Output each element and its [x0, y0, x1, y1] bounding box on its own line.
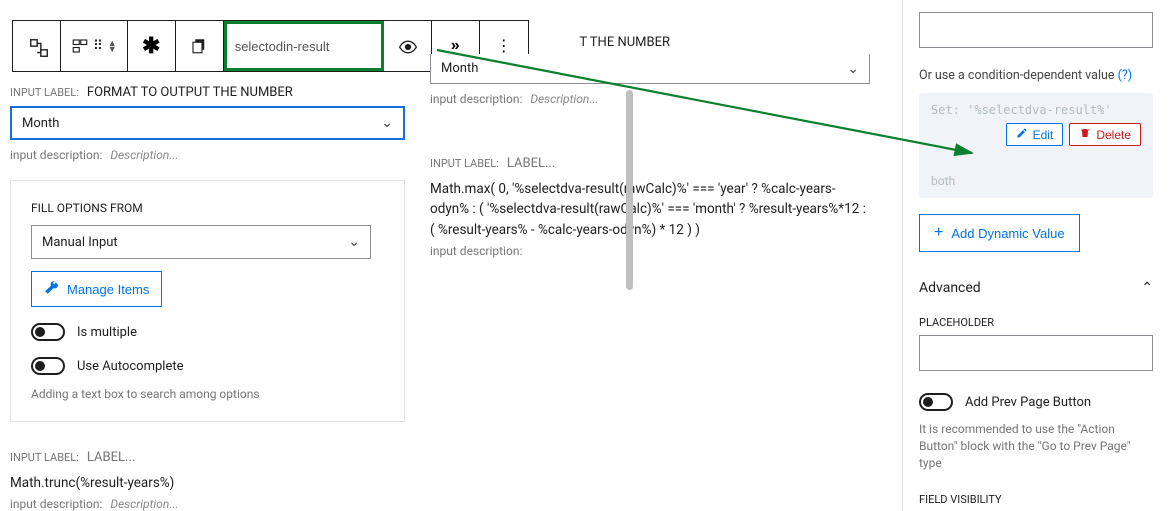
- eye-icon: [398, 37, 416, 55]
- advanced-label: Advanced: [919, 280, 981, 296]
- add-prev-page-help: It is recommended to use the "Action But…: [919, 421, 1153, 471]
- condition-edit-label: Edit: [1033, 128, 1054, 142]
- default-value-input[interactable]: [919, 12, 1153, 48]
- wrench-icon: [44, 280, 59, 298]
- condition-item: Set: '%selectdva-result%' Edit Delete bo…: [919, 93, 1153, 198]
- input-description-caption: input description:: [10, 148, 102, 162]
- condition-help-link[interactable]: (?): [1118, 68, 1133, 83]
- block2-desc-caption: input description:: [10, 497, 102, 511]
- toolbar-preview-button[interactable]: [384, 21, 432, 71]
- fill-options-panel: FILL OPTIONS FROM Manual Input ⌄ Manage …: [10, 180, 405, 422]
- plus-icon: +: [934, 224, 943, 242]
- field-visibility-label: FIELD VISIBILITY: [919, 493, 1153, 506]
- condition-both-text: both: [931, 174, 1141, 188]
- advanced-accordion[interactable]: Advanced ⌃: [919, 280, 1153, 296]
- fill-options-select[interactable]: Manual Input ⌄: [31, 225, 371, 259]
- toolbar-name-input[interactable]: [235, 39, 373, 54]
- toolbar-copy-button[interactable]: [176, 21, 224, 71]
- chevron-down-icon: ⌄: [348, 234, 360, 250]
- use-autocomplete-label: Use Autocomplete: [77, 359, 184, 374]
- block2-formula[interactable]: Math.trunc(%result-years%): [10, 473, 405, 493]
- drag-icon: ⠿: [93, 38, 104, 54]
- is-multiple-label: Is multiple: [77, 325, 137, 340]
- input-label-caption: INPUT LABEL:: [10, 86, 79, 99]
- add-prev-page-toggle[interactable]: [919, 393, 953, 411]
- manage-items-label: Manage Items: [67, 282, 149, 297]
- block2-input-label-value[interactable]: LABEL...: [87, 450, 135, 465]
- add-dynamic-label: Add Dynamic Value: [951, 226, 1064, 241]
- scrollbar-thumb[interactable]: [626, 90, 633, 290]
- input-label-value[interactable]: FORMAT TO OUTPUT THE NUMBER: [87, 85, 293, 100]
- add-prev-page-label: Add Prev Page Button: [965, 395, 1091, 410]
- placeholder-input[interactable]: [919, 335, 1153, 371]
- use-autocomplete-toggle[interactable]: [31, 357, 65, 375]
- toolbar-layout-button[interactable]: ⠿ ▲▼: [61, 21, 128, 71]
- format-select[interactable]: Month ⌄: [10, 106, 405, 140]
- col2-label-fragment: T THE NUMBER: [579, 35, 670, 50]
- settings-sidebar: Or use a condition-dependent value (?) S…: [902, 0, 1169, 511]
- block2-input-label-caption: INPUT LABEL:: [10, 451, 79, 464]
- chevron-down-icon: ⌄: [847, 61, 859, 77]
- add-dynamic-value-button[interactable]: + Add Dynamic Value: [919, 214, 1080, 252]
- chevron-updown-icon: ▲▼: [108, 40, 117, 52]
- chevron-up-icon: ⌃: [1141, 280, 1153, 296]
- format-select-value: Month: [22, 116, 59, 131]
- col2-desc-placeholder[interactable]: Description...: [530, 92, 598, 106]
- manage-items-button[interactable]: Manage Items: [31, 271, 162, 307]
- condition-edit-button[interactable]: Edit: [1006, 123, 1064, 146]
- toolbar-name-input-wrap: [224, 21, 384, 71]
- condition-text: Or use a condition-dependent value: [919, 68, 1115, 83]
- pencil-icon: [1016, 127, 1028, 142]
- fill-options-heading: FILL OPTIONS FROM: [31, 201, 384, 215]
- workflow-icon: [28, 37, 46, 55]
- col2-mid-formula[interactable]: Math.max( 0, '%selectdva-result(rawCalc)…: [430, 179, 870, 240]
- input-description-placeholder[interactable]: Description...: [110, 148, 178, 162]
- chevron-down-icon: ⌄: [381, 115, 393, 131]
- condition-delete-button[interactable]: Delete: [1069, 123, 1141, 146]
- condition-delete-label: Delete: [1096, 128, 1131, 142]
- condition-set-line: Set: '%selectdva-result%': [931, 103, 1141, 117]
- col2-mid-desc-caption: input description:: [430, 244, 522, 258]
- toolbar-required-button[interactable]: ✱: [128, 21, 176, 71]
- autocomplete-help: Adding a text box to search among option…: [31, 387, 384, 401]
- trash-icon: [1079, 127, 1091, 142]
- col2-mid-caption: INPUT LABEL:: [430, 157, 499, 170]
- col2-mid-label[interactable]: LABEL...: [507, 156, 555, 171]
- col2-format-select-value: Month: [441, 61, 478, 76]
- editor-scrollbar[interactable]: [626, 0, 634, 511]
- grid-icon: [71, 37, 89, 55]
- asterisk-icon: ✱: [142, 33, 160, 59]
- fill-options-value: Manual Input: [42, 235, 118, 250]
- block2-desc-placeholder[interactable]: Description...: [110, 497, 178, 511]
- placeholder-label: PLACEHOLDER: [919, 316, 1153, 329]
- col2-format-select[interactable]: Month ⌄: [430, 54, 870, 84]
- toolbar-block-type-button[interactable]: [13, 21, 61, 71]
- col2-desc-caption: input description:: [430, 92, 522, 106]
- is-multiple-toggle[interactable]: [31, 323, 65, 341]
- copy-icon: [190, 37, 208, 55]
